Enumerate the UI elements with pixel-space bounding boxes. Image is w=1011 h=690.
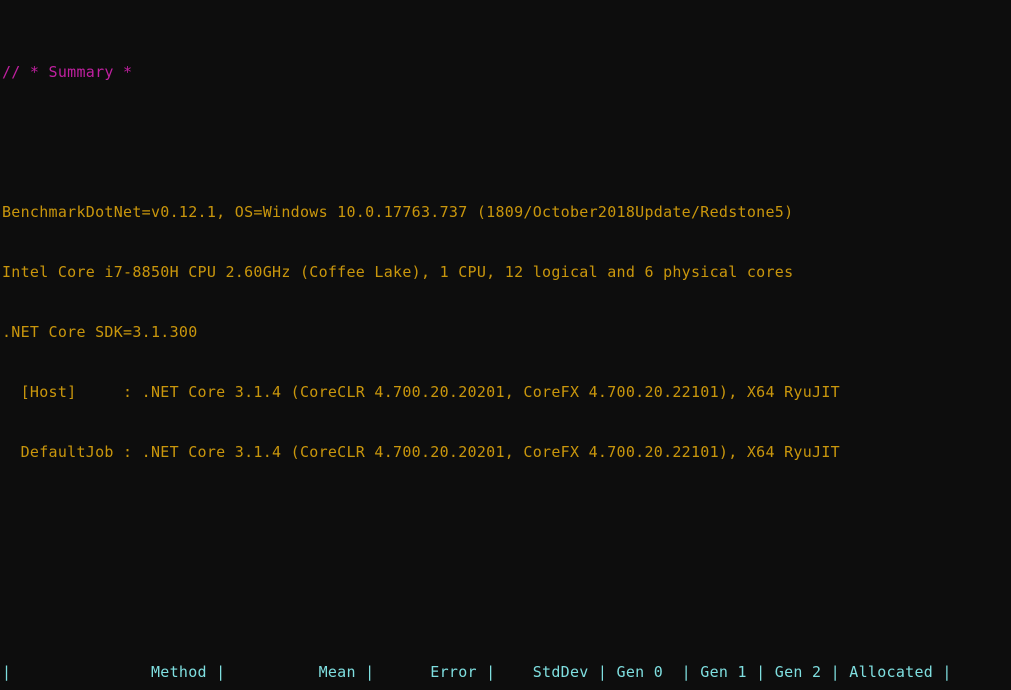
summary-header: // * Summary * xyxy=(2,63,133,81)
terminal-output: // * Summary * BenchmarkDotNet=v0.12.1, … xyxy=(0,0,1011,690)
env-line-benchmarkdotnet: BenchmarkDotNet=v0.12.1, OS=Windows 10.0… xyxy=(2,203,794,221)
env-line-sdk: .NET Core SDK=3.1.300 xyxy=(2,323,198,341)
env-line-cpu: Intel Core i7-8850H CPU 2.60GHz (Coffee … xyxy=(2,263,794,281)
env-line-host: [Host] : .NET Core 3.1.4 (CoreCLR 4.700.… xyxy=(2,383,840,401)
table-header-row: | Method | Mean | Error | StdDev | Gen 0… xyxy=(2,663,952,681)
env-line-defaultjob: DefaultJob : .NET Core 3.1.4 (CoreCLR 4.… xyxy=(2,443,840,461)
